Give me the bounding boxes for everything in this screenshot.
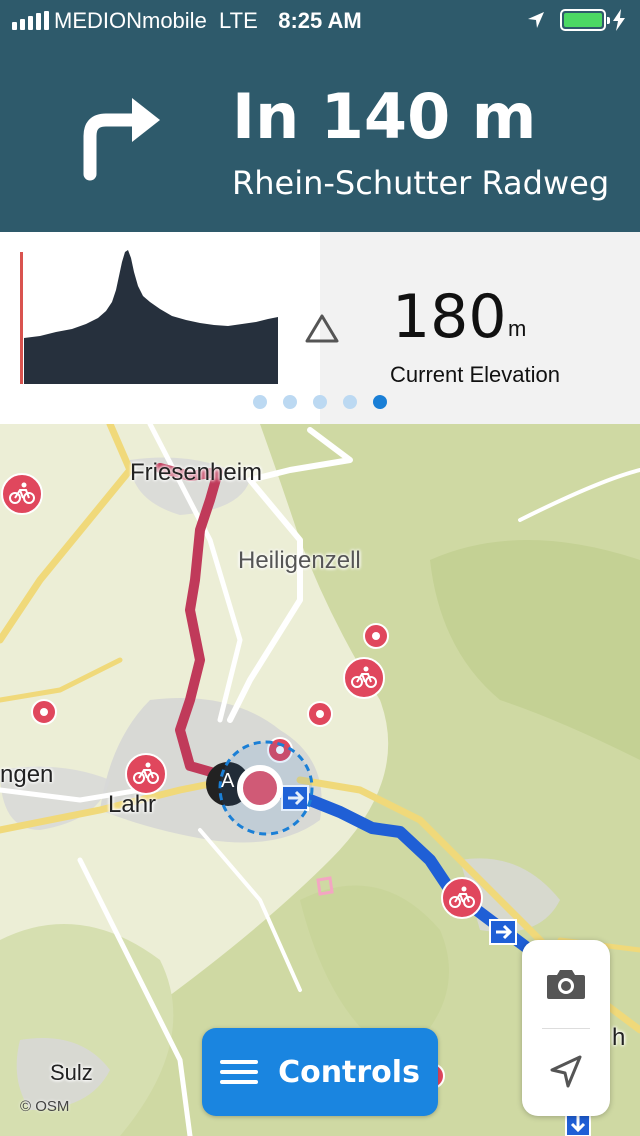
place-label-sulz: Sulz bbox=[50, 1060, 93, 1085]
elevation-label: Current Elevation bbox=[390, 362, 560, 387]
controls-button[interactable]: Controls bbox=[202, 1028, 438, 1116]
page-dot[interactable] bbox=[283, 395, 297, 409]
elevation-unit: m bbox=[508, 316, 527, 341]
charging-bolt-icon bbox=[613, 9, 625, 31]
map-tools-panel bbox=[522, 940, 610, 1116]
current-position-dot bbox=[237, 765, 283, 811]
battery-fill bbox=[564, 13, 602, 27]
place-label-partial-west: ngen bbox=[0, 761, 54, 788]
page-dot-active[interactable] bbox=[373, 395, 387, 409]
turn-right-icon bbox=[83, 98, 160, 181]
start-marker-label: A bbox=[221, 770, 235, 792]
battery-icon bbox=[560, 9, 610, 31]
page-dot[interactable] bbox=[313, 395, 327, 409]
location-arrow-icon bbox=[550, 1055, 582, 1088]
place-label-lahr: Lahr bbox=[108, 791, 157, 818]
triangle-outline-icon bbox=[305, 314, 339, 343]
elevation-profile-area bbox=[24, 250, 278, 384]
place-label-partial-east: h bbox=[612, 1024, 626, 1051]
elevation-value: 180 bbox=[392, 282, 507, 352]
camera-button[interactable] bbox=[522, 940, 610, 1028]
location-services-icon bbox=[528, 12, 544, 28]
navigation-banner[interactable]: In 140 m Rhein-Schutter Radweg bbox=[0, 40, 640, 232]
page-dot[interactable] bbox=[343, 395, 357, 409]
place-label-heiligenzell: Heiligenzell bbox=[238, 547, 361, 574]
locate-me-button[interactable] bbox=[522, 1028, 610, 1116]
status-bar: MEDIONmobile LTE 8:25 AM bbox=[0, 0, 640, 40]
hamburger-menu-icon bbox=[220, 1060, 259, 1084]
controls-label: Controls bbox=[278, 1054, 420, 1090]
map-attribution[interactable]: © OSM bbox=[20, 1098, 69, 1115]
camera-icon bbox=[547, 970, 585, 999]
page-indicator[interactable] bbox=[0, 395, 640, 409]
elevation-panel[interactable]: 180 m Current Elevation bbox=[0, 232, 640, 424]
place-label-friesenheim: Friesenheim bbox=[130, 459, 263, 486]
page-dot[interactable] bbox=[253, 395, 267, 409]
street-name: Rhein-Schutter Radweg bbox=[232, 164, 610, 202]
elevation-position-marker bbox=[20, 252, 23, 384]
turn-distance: In 140 m bbox=[232, 80, 537, 153]
